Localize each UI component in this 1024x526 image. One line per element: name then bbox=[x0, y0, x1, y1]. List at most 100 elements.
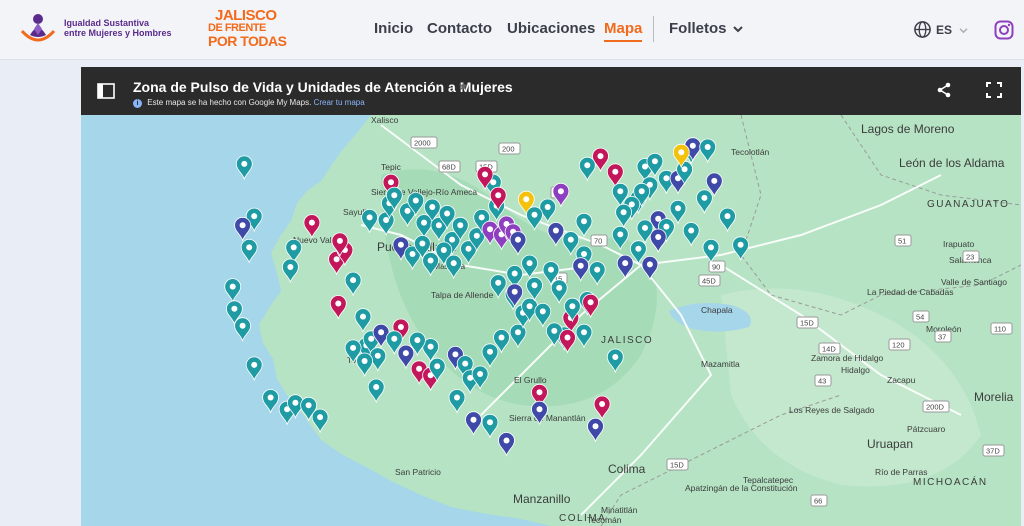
svg-text:37D: 37D bbox=[986, 447, 1000, 456]
place-label: Valle de Santiago bbox=[941, 277, 1007, 287]
svg-text:200: 200 bbox=[502, 145, 515, 154]
info-icon: i bbox=[133, 99, 142, 108]
place-label: MICHOACÁN bbox=[913, 475, 988, 488]
road-shield: 54 bbox=[912, 310, 930, 323]
svg-text:70: 70 bbox=[594, 237, 602, 246]
road-shield: 45D bbox=[698, 274, 721, 287]
fullscreen-icon[interactable] bbox=[986, 82, 1002, 98]
place-label: Colima bbox=[608, 462, 646, 476]
place-label: Chapala bbox=[701, 305, 733, 315]
place-label: JALISCO bbox=[601, 335, 653, 346]
place-label: Minatitlán bbox=[601, 505, 638, 515]
org-name-line1: Igualdad Sustantiva bbox=[64, 18, 150, 28]
campaign-line3: POR TODAS bbox=[208, 33, 287, 49]
place-label: GUANAJUATO bbox=[927, 199, 1009, 210]
place-label: San Patricio bbox=[395, 467, 441, 477]
place-label: Los Reyes de Salgado bbox=[789, 405, 875, 415]
language-selector[interactable]: ES bbox=[936, 23, 968, 37]
igualdad-logo-icon[interactable] bbox=[18, 9, 58, 49]
language-code: ES bbox=[936, 23, 953, 37]
road-shield: 66 bbox=[810, 494, 828, 507]
road-shield: 15D bbox=[666, 458, 689, 471]
place-label: El Grullo bbox=[514, 375, 547, 385]
org-name: Igualdad Sustantiva entre Mujeres y Homb… bbox=[64, 18, 172, 38]
campaign-logo[interactable]: JALISCO DE FRENTE POR TODAS bbox=[208, 7, 287, 49]
svg-text:110: 110 bbox=[994, 325, 1006, 334]
place-label: Irapuato bbox=[943, 239, 974, 249]
instagram-icon[interactable] bbox=[994, 20, 1014, 40]
road-shield: 43 bbox=[814, 374, 832, 387]
svg-text:15D: 15D bbox=[670, 461, 684, 470]
nav-contacto[interactable]: Contacto bbox=[427, 20, 492, 37]
star-icon[interactable]: ★ bbox=[458, 79, 469, 93]
svg-text:2000: 2000 bbox=[414, 139, 431, 148]
top-navigation-bar: Igualdad Sustantiva entre Mujeres y Homb… bbox=[0, 0, 1024, 60]
svg-text:43: 43 bbox=[818, 377, 826, 386]
place-label: COLIMA bbox=[559, 513, 606, 524]
road-shield: 51 bbox=[894, 234, 912, 247]
place-label: Mazamitla bbox=[701, 359, 740, 369]
road-shield: 14D bbox=[818, 342, 841, 355]
road-shield: 15D bbox=[796, 316, 819, 329]
road-shield: 2000 bbox=[410, 136, 438, 149]
place-label: Uruapan bbox=[867, 437, 913, 451]
svg-text:200D: 200D bbox=[926, 403, 945, 412]
road-shield: 23 bbox=[962, 250, 980, 263]
place-label: Zacapu bbox=[887, 375, 916, 385]
svg-text:68D: 68D bbox=[442, 163, 456, 172]
road-shield: 90 bbox=[708, 260, 726, 273]
place-label: León de los Aldama bbox=[899, 156, 1005, 170]
svg-text:54: 54 bbox=[916, 313, 924, 322]
svg-text:90: 90 bbox=[712, 263, 720, 272]
place-label: Lagos de Moreno bbox=[861, 122, 955, 136]
place-label: Manzanillo bbox=[513, 492, 571, 506]
create-map-link[interactable]: Crear tu mapa bbox=[314, 98, 365, 107]
road-shield: 68D bbox=[438, 160, 461, 173]
road-shield: 200D bbox=[922, 400, 950, 413]
road-shield: 120 bbox=[888, 338, 911, 351]
svg-text:15D: 15D bbox=[800, 319, 814, 328]
chevron-down-icon bbox=[732, 26, 743, 33]
nav-folletos-label: Folletos bbox=[669, 20, 727, 37]
place-label: Pátzcuaro bbox=[907, 424, 946, 434]
svg-text:14D: 14D bbox=[822, 345, 836, 354]
place-label: Apatzingán de la Constitución bbox=[685, 483, 798, 493]
svg-text:37: 37 bbox=[938, 333, 946, 342]
svg-text:66: 66 bbox=[814, 497, 822, 506]
nav-inicio[interactable]: Inicio bbox=[374, 20, 413, 37]
share-icon[interactable] bbox=[936, 82, 952, 98]
org-name-line2: entre Mujeres y Hombres bbox=[64, 28, 172, 38]
place-label: La Piedad de Cabadas bbox=[867, 287, 954, 297]
road-shield: 110 bbox=[990, 322, 1013, 335]
nav-folletos[interactable]: Folletos bbox=[669, 20, 743, 37]
road-shield: 200 bbox=[498, 142, 521, 155]
map-canvas[interactable]: XaliscoTepicSierra de Vallejo-Río AmecaS… bbox=[81, 115, 1021, 526]
map-subtitle: i Este mapa se ha hecho con Google My Ma… bbox=[133, 98, 365, 108]
road-shield: 37 bbox=[934, 330, 952, 343]
sidebar-toggle-icon[interactable] bbox=[97, 83, 115, 99]
svg-text:120: 120 bbox=[892, 341, 905, 350]
place-label: Morelia bbox=[974, 390, 1014, 404]
campaign-line1: JALISCO bbox=[215, 7, 277, 24]
svg-text:51: 51 bbox=[898, 237, 906, 246]
svg-text:45D: 45D bbox=[702, 277, 716, 286]
road-shield: 70 bbox=[590, 234, 608, 247]
place-label: Xalisco bbox=[371, 115, 399, 125]
chevron-down-icon bbox=[959, 28, 968, 34]
nav-ubicaciones[interactable]: Ubicaciones bbox=[507, 20, 595, 37]
map-header: Zona de Pulso de Vida y Unidades de Aten… bbox=[81, 67, 1021, 115]
road-shield: 37D bbox=[982, 444, 1005, 457]
place-label: Hidalgo bbox=[841, 365, 870, 375]
globe-icon[interactable] bbox=[913, 20, 932, 39]
map-credit: Este mapa se ha hecho con Google My Maps… bbox=[147, 98, 312, 107]
embedded-map: Zona de Pulso de Vida y Unidades de Aten… bbox=[81, 67, 1021, 526]
place-label: Río de Parras bbox=[875, 467, 927, 477]
map-title: Zona de Pulso de Vida y Unidades de Aten… bbox=[133, 79, 513, 95]
place-label: Sierra de Manantlán bbox=[509, 413, 586, 423]
nav-divider bbox=[653, 16, 654, 42]
place-label: Tepic bbox=[381, 162, 402, 172]
nav-mapa[interactable]: Mapa bbox=[604, 20, 643, 42]
place-label: Tecolotlán bbox=[731, 147, 770, 157]
svg-text:23: 23 bbox=[966, 253, 974, 262]
place-label: Talpa de Allende bbox=[431, 290, 494, 300]
